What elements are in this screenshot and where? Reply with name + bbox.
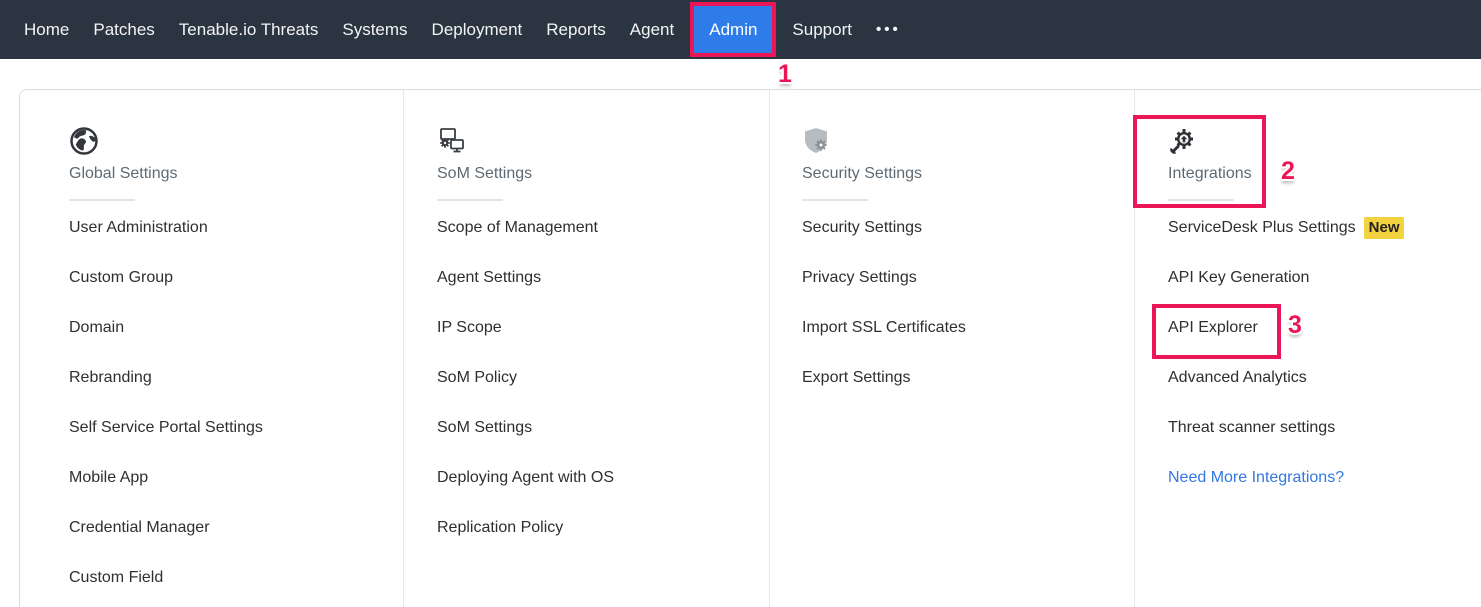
menu-item-ip-scope[interactable]: IP Scope	[437, 303, 769, 353]
need-more-integrations-link[interactable]: Need More Integrations?	[1168, 453, 1481, 503]
menu-item-agent-settings[interactable]: Agent Settings	[437, 253, 769, 303]
menu-item-servicedesk-plus-settings[interactable]: ServiceDesk Plus Settings New	[1168, 203, 1481, 253]
menu-list: Security Settings Privacy Settings Impor…	[802, 203, 1134, 403]
menu-item-scope-of-management[interactable]: Scope of Management	[437, 203, 769, 253]
nav-item-patches[interactable]: Patches	[93, 20, 154, 40]
menu-item-deploying-agent-with-os[interactable]: Deploying Agent with OS	[437, 453, 769, 503]
more-menu-icon[interactable]: •••	[876, 21, 901, 38]
column-title: Security Settings	[802, 164, 1134, 183]
column-integrations: Integrations ServiceDesk Plus Settings N…	[1134, 90, 1481, 607]
nav-item-home[interactable]: Home	[24, 20, 69, 40]
title-underline	[437, 199, 503, 201]
nav-item-support[interactable]: Support	[792, 20, 852, 40]
column-title: Integrations	[1168, 164, 1481, 183]
menu-item-replication-policy[interactable]: Replication Policy	[437, 503, 769, 553]
menu-item-advanced-analytics[interactable]: Advanced Analytics	[1168, 353, 1481, 403]
menu-item-privacy-settings[interactable]: Privacy Settings	[802, 253, 1134, 303]
menu-item-domain[interactable]: Domain	[69, 303, 403, 353]
menu-item-import-ssl-certificates[interactable]: Import SSL Certificates	[802, 303, 1134, 353]
menu-item-api-explorer[interactable]: API Explorer	[1168, 303, 1481, 353]
globe-icon	[69, 126, 99, 156]
menu-item-security-settings[interactable]: Security Settings	[802, 203, 1134, 253]
title-underline	[69, 199, 135, 201]
column-som-settings: SoM Settings Scope of Management Agent S…	[403, 90, 769, 607]
new-badge: New	[1364, 217, 1405, 239]
menu-item-api-key-generation[interactable]: API Key Generation	[1168, 253, 1481, 303]
annotation-box-admin: Admin	[690, 2, 776, 57]
nav-item-admin-active[interactable]: Admin	[694, 6, 772, 53]
nav-item-tenable-io-threats[interactable]: Tenable.io Threats	[179, 20, 319, 40]
menu-list: Scope of Management Agent Settings IP Sc…	[437, 203, 769, 553]
menu-item-credential-manager[interactable]: Credential Manager	[69, 503, 403, 553]
nav-item-agent[interactable]: Agent	[630, 20, 674, 40]
nav-item-deployment[interactable]: Deployment	[432, 20, 523, 40]
menu-list: ServiceDesk Plus Settings New API Key Ge…	[1168, 203, 1481, 503]
menu-item-label: ServiceDesk Plus Settings	[1168, 219, 1356, 237]
column-global-settings: Global Settings User Administration Cust…	[20, 90, 403, 607]
nav-item-systems[interactable]: Systems	[342, 20, 407, 40]
menu-item-mobile-app[interactable]: Mobile App	[69, 453, 403, 503]
column-title: Global Settings	[69, 164, 403, 183]
menu-item-som-settings[interactable]: SoM Settings	[437, 403, 769, 453]
menu-item-rebranding[interactable]: Rebranding	[69, 353, 403, 403]
menu-list: User Administration Custom Group Domain …	[69, 203, 403, 603]
menu-item-export-settings[interactable]: Export Settings	[802, 353, 1134, 403]
menu-item-som-policy[interactable]: SoM Policy	[437, 353, 769, 403]
menu-item-user-administration[interactable]: User Administration	[69, 203, 403, 253]
nav-item-reports[interactable]: Reports	[546, 20, 606, 40]
admin-menu-panel: Global Settings User Administration Cust…	[19, 89, 1481, 607]
title-underline	[802, 199, 868, 201]
gear-up-arrow-icon	[1168, 126, 1198, 156]
menu-item-custom-field[interactable]: Custom Field	[69, 553, 403, 603]
column-security-settings: Security Settings Security Settings Priv…	[769, 90, 1134, 607]
annotation-step-2: 2	[1281, 157, 1295, 186]
menu-item-threat-scanner-settings[interactable]: Threat scanner settings	[1168, 403, 1481, 453]
menu-item-custom-group[interactable]: Custom Group	[69, 253, 403, 303]
shield-gear-icon	[802, 126, 832, 156]
annotation-step-1: 1	[778, 60, 792, 89]
monitors-gear-icon	[437, 126, 467, 156]
annotation-step-3: 3	[1288, 311, 1302, 340]
column-title: SoM Settings	[437, 164, 769, 183]
title-underline	[1168, 199, 1234, 201]
menu-item-self-service-portal-settings[interactable]: Self Service Portal Settings	[69, 403, 403, 453]
top-navbar: Home Patches Tenable.io Threats Systems …	[0, 0, 1481, 59]
